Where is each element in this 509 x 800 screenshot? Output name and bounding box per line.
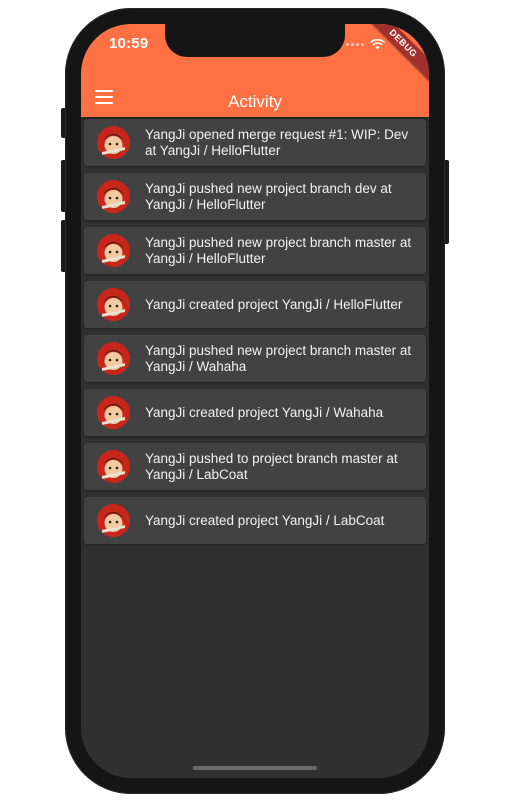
activity-text: YangJi pushed new project branch master … (145, 234, 412, 266)
user-avatar-icon (97, 342, 130, 375)
user-avatar-icon (97, 396, 130, 429)
debug-banner: DEBUG (363, 24, 429, 83)
activity-item[interactable]: YangJi pushed new project branch master … (84, 227, 426, 274)
wifi-icon (370, 39, 385, 50)
activity-text: YangJi pushed new project branch master … (145, 342, 412, 374)
activity-item[interactable]: YangJi opened merge request #1: WIP: Dev… (84, 119, 426, 166)
user-avatar-icon (97, 288, 130, 321)
app-bar: 10:59 DEBUG Activity (81, 24, 429, 117)
activity-text: YangJi created project YangJi / HelloFlu… (145, 296, 403, 312)
activity-text: YangJi created project YangJi / Wahaha (145, 404, 384, 420)
activity-text: YangJi pushed new project branch dev at … (145, 180, 392, 212)
status-time: 10:59 (109, 35, 149, 52)
activity-item[interactable]: YangJi pushed new project branch dev at … (84, 173, 426, 220)
activity-item[interactable]: YangJi created project YangJi / HelloFlu… (84, 281, 426, 328)
page-title: Activity (228, 92, 282, 111)
app-screen: 10:59 DEBUG Activity YangJi opened merge… (81, 24, 429, 778)
user-avatar-icon (97, 126, 130, 159)
activity-text: YangJi pushed to project branch master a… (145, 450, 398, 482)
activity-item[interactable]: YangJi pushed new project branch master … (84, 335, 426, 382)
cellular-signal-icon (346, 43, 364, 46)
user-avatar-icon (97, 234, 130, 267)
activity-item[interactable]: YangJi created project YangJi / Wahaha (84, 389, 426, 436)
phone-frame: 10:59 DEBUG Activity YangJi opened merge… (65, 8, 445, 794)
activity-list: YangJi opened merge request #1: WIP: Dev… (84, 119, 426, 551)
activity-item[interactable]: YangJi pushed to project branch master a… (84, 443, 426, 490)
activity-item[interactable]: YangJi created project YangJi / LabCoat (84, 497, 426, 544)
user-avatar-icon (97, 180, 130, 213)
activity-text: YangJi opened merge request #1: WIP: Dev… (145, 126, 409, 158)
home-indicator[interactable] (193, 766, 317, 770)
device-notch (165, 24, 345, 57)
user-avatar-icon (97, 504, 130, 537)
activity-text: YangJi created project YangJi / LabCoat (145, 512, 385, 528)
status-icons (346, 39, 385, 50)
user-avatar-icon (97, 450, 130, 483)
